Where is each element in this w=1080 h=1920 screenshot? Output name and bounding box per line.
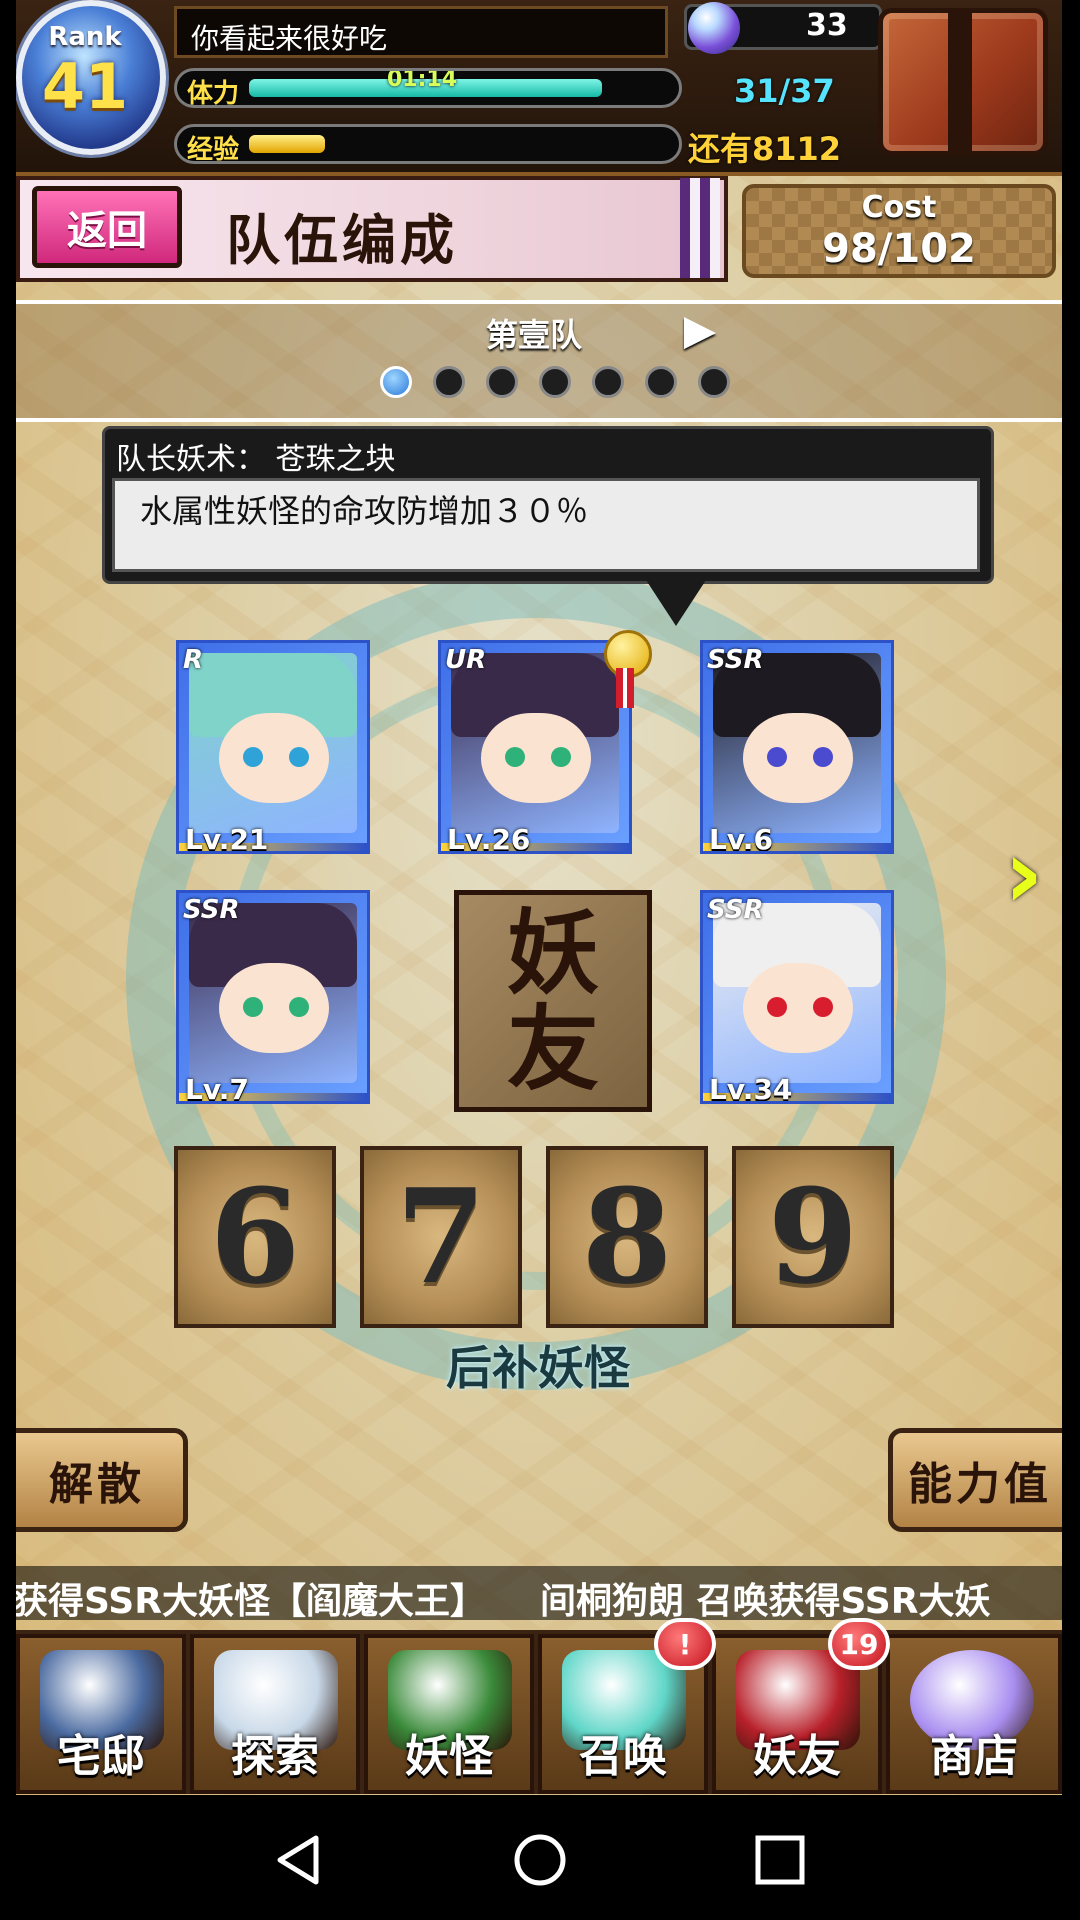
page-title: 队伍编成 [226, 209, 458, 272]
leader-skill-description: 水属性妖怪的命攻防增加３０％ [140, 492, 589, 530]
card-level: Lv.6 [709, 823, 773, 854]
nav-label: 召唤 [579, 1731, 667, 1782]
card-eye [505, 747, 525, 767]
member-card-3[interactable]: SSR Lv.6 [700, 640, 894, 854]
team-page-dot[interactable] [380, 366, 412, 398]
team-page-dot[interactable] [433, 366, 465, 398]
card-face [219, 713, 329, 803]
card-eye [289, 747, 309, 767]
stamina-timer: 01:14 [387, 68, 458, 92]
card-eye [289, 997, 309, 1017]
reserve-label: 后补妖怪 [446, 1341, 630, 1395]
nav-explore[interactable]: 探索 [190, 1634, 360, 1794]
nav-label: 探索 [231, 1731, 319, 1782]
card-face [743, 713, 853, 803]
card-level: Lv.21 [185, 823, 269, 854]
rarity-badge: SSR [707, 895, 764, 925]
nav-shop[interactable]: 商店 [886, 1634, 1062, 1794]
card-eye [243, 997, 263, 1017]
reserve-slot-number: 6 [209, 1160, 301, 1313]
ticker-text: 获得SSR大妖怪【阎魔大王】 间桐狗朗 召唤获得SSR大妖 [16, 1581, 991, 1620]
member-card-leader[interactable]: UR Lv.26 [438, 640, 632, 854]
nav-label: 妖友 [753, 1731, 841, 1782]
team-page-dot[interactable] [698, 366, 730, 398]
speech-tail [646, 580, 706, 626]
card-eye [813, 747, 833, 767]
home-icon[interactable] [512, 1832, 568, 1888]
member-card-4[interactable]: SSR Lv.7 [176, 890, 370, 1104]
title-stripe-decoration [680, 178, 720, 278]
stats-button[interactable]: 能力值 [888, 1428, 1062, 1532]
card-eye [767, 997, 787, 1017]
player-name-box[interactable]: 你看起来很好吃 [174, 6, 668, 58]
reserve-slot-number: 9 [767, 1160, 859, 1313]
reserve-slot-number: 7 [395, 1160, 487, 1313]
card-face [481, 713, 591, 803]
card-face [219, 963, 329, 1053]
next-page-arrow-icon[interactable]: › [1004, 826, 1056, 922]
rarity-badge: SSR [183, 895, 240, 925]
treasure-chest-icon[interactable] [878, 8, 1048, 156]
friend-slot[interactable]: 妖 友 [454, 890, 652, 1112]
reserve-slot-6[interactable]: 6 [174, 1146, 336, 1328]
news-ticker: 获得SSR大妖怪【阎魔大王】 间桐狗朗 召唤获得SSR大妖 [16, 1566, 1062, 1620]
stamina-label: 体力 [187, 79, 240, 108]
friend-slot-char-top: 妖 [506, 899, 599, 1007]
friend-slot-char-bottom: 友 [506, 995, 599, 1103]
back-icon[interactable] [272, 1832, 328, 1888]
exp-label: 经验 [187, 135, 240, 164]
nav-mansion[interactable]: 宅邸 [16, 1634, 186, 1794]
spirit-orb-icon [688, 2, 740, 54]
nav-label: 宅邸 [57, 1731, 145, 1782]
back-button[interactable]: 返回 [32, 186, 182, 268]
reserve-slot-number: 8 [581, 1160, 673, 1313]
team-page-dot[interactable] [592, 366, 624, 398]
stamina-bar: 体力 01:14 [174, 68, 682, 108]
card-eye [243, 747, 263, 767]
rank-value: 41 [41, 50, 129, 123]
nav-label: 商店 [930, 1731, 1018, 1782]
cost-value: 98/102 [822, 226, 976, 272]
team-name: 第壹队 [486, 316, 583, 354]
nav-yokai[interactable]: 妖怪 [364, 1634, 534, 1794]
card-eye [767, 747, 787, 767]
medal-ribbon-icon [616, 668, 634, 708]
orb-count: 33 [806, 8, 848, 43]
nav-label: 妖怪 [405, 1731, 493, 1782]
member-card-5[interactable]: SSR Lv.34 [700, 890, 894, 1104]
game-screen: Rank 41 你看起来很好吃 体力 01:14 31/37 经验 还有8112… [16, 0, 1062, 1795]
member-card-1[interactable]: R Lv.21 [176, 640, 370, 854]
exp-bar-fill [249, 135, 325, 153]
disband-button-label: 解散 [49, 1459, 145, 1510]
card-level: Lv.34 [709, 1073, 793, 1104]
rarity-badge: SSR [707, 645, 764, 675]
team-page-dot[interactable] [645, 366, 677, 398]
team-page-dot[interactable] [539, 366, 571, 398]
rarity-badge: UR [445, 645, 487, 675]
summon-alert-badge: ! [654, 1618, 716, 1670]
reserve-slot-8[interactable]: 8 [546, 1146, 708, 1328]
disband-button[interactable]: 解散 [16, 1428, 188, 1532]
exp-bar: 经验 [174, 124, 682, 164]
card-face [743, 963, 853, 1053]
stamina-value: 31/37 [734, 72, 835, 110]
next-team-icon[interactable]: ▶ [676, 306, 724, 354]
rarity-badge: R [183, 645, 204, 675]
card-level: Lv.26 [447, 823, 531, 854]
exp-remaining: 还有8112 [688, 130, 842, 168]
card-eye [813, 997, 833, 1017]
team-page-dot[interactable] [486, 366, 518, 398]
reserve-slot-7[interactable]: 7 [360, 1146, 522, 1328]
rank-label: Rank [48, 22, 122, 52]
card-eye [551, 747, 571, 767]
back-button-label: 返回 [67, 208, 147, 254]
cost-label: Cost [861, 190, 937, 225]
stats-button-label: 能力值 [908, 1459, 1052, 1510]
friends-count-badge: 19 [828, 1618, 890, 1670]
recents-icon[interactable] [752, 1832, 808, 1888]
player-name: 你看起来很好吃 [191, 22, 388, 55]
reserve-slot-9[interactable]: 9 [732, 1146, 894, 1328]
card-level: Lv.7 [185, 1073, 249, 1104]
leader-skill-title: 队长妖术： 苍珠之块 [116, 442, 396, 477]
